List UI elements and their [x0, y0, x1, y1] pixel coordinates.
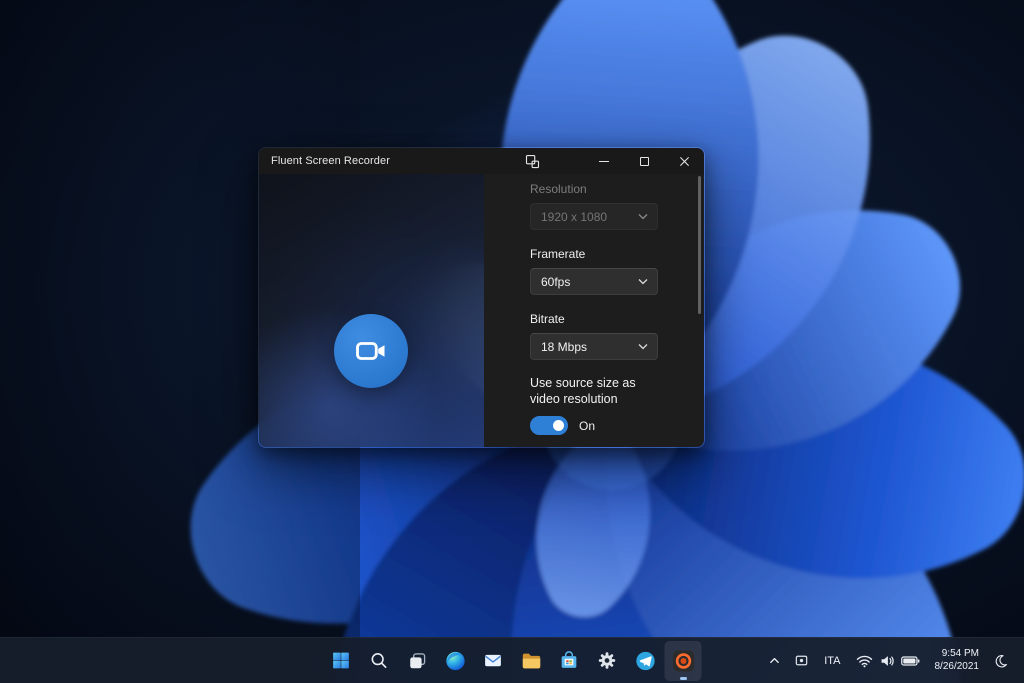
fluent-screen-recorder-window: Fluent Screen Recorder — [258, 147, 705, 448]
compact-overlay-button[interactable] — [517, 148, 547, 174]
resolution-dropdown[interactable]: 1920 x 1080 — [530, 203, 658, 230]
minimize-icon — [599, 161, 609, 162]
chevron-down-icon — [638, 278, 648, 285]
bitrate-dropdown[interactable]: 18 Mbps — [530, 333, 658, 360]
taskbar-start-button[interactable] — [323, 641, 360, 681]
compact-overlay-icon — [525, 154, 540, 169]
framerate-dropdown[interactable]: 60fps — [530, 268, 658, 295]
language-indicator[interactable]: ITA — [816, 644, 848, 678]
window-title: Fluent Screen Recorder — [259, 155, 390, 167]
battery-icon — [901, 655, 920, 667]
notification-center-button[interactable] — [988, 644, 1014, 678]
chevron-down-icon — [638, 343, 648, 350]
edge-browser-icon — [444, 650, 466, 672]
show-desktop-strip[interactable] — [1015, 638, 1020, 683]
taskbar-settings-button[interactable] — [589, 641, 626, 681]
taskbar-task-view-button[interactable] — [399, 641, 436, 681]
scrollbar-thumb[interactable] — [698, 176, 701, 314]
taskbar-edge-button[interactable] — [437, 641, 474, 681]
search-icon — [370, 651, 389, 670]
start-recording-button[interactable] — [334, 314, 408, 388]
network-volume-battery-button[interactable] — [850, 644, 926, 678]
bitrate-value: 18 Mbps — [541, 340, 587, 354]
taskbar-telegram-button[interactable] — [627, 641, 664, 681]
tray-chevron-up-button[interactable] — [762, 644, 787, 678]
maximize-icon — [640, 157, 649, 166]
close-icon — [679, 156, 690, 167]
system-tray: ITA 9 — [762, 638, 1020, 683]
settings-pane: Resolution 1920 x 1080 Framerate 60fps B… — [484, 174, 704, 447]
chevron-up-icon — [768, 654, 781, 667]
settings-scrollbar[interactable] — [698, 174, 701, 447]
wifi-icon — [856, 654, 873, 668]
framerate-value: 60fps — [541, 275, 570, 289]
focus-assist-moon-icon — [994, 654, 1008, 668]
source-size-label: Use source size as video resolution — [530, 375, 668, 407]
clock[interactable]: 9:54 PM 8/26/2021 — [927, 644, 988, 678]
window-titlebar[interactable]: Fluent Screen Recorder — [259, 148, 704, 174]
taskbar-screen-recorder-button[interactable] — [665, 641, 702, 681]
taskbar-mail-button[interactable] — [475, 641, 512, 681]
close-button[interactable] — [664, 148, 704, 174]
clock-date: 8/26/2021 — [935, 661, 980, 673]
taskbar-store-button[interactable] — [551, 641, 588, 681]
toggle-state-label: On — [579, 419, 595, 433]
screen-recorder-app-icon — [671, 649, 695, 673]
microsoft-store-icon — [559, 650, 580, 671]
taskbar-search-button[interactable] — [361, 641, 398, 681]
telegram-icon — [634, 650, 656, 672]
taskbar-file-explorer-button[interactable] — [513, 641, 550, 681]
chevron-down-icon — [638, 213, 648, 220]
source-size-toggle-row: On — [530, 416, 686, 435]
minimize-button[interactable] — [584, 148, 624, 174]
windows-start-icon — [331, 650, 352, 671]
taskbar: ITA 9 — [0, 637, 1024, 683]
toggle-knob — [553, 420, 564, 431]
volume-icon — [879, 654, 895, 668]
mail-icon — [483, 650, 504, 671]
capture-preview-pane — [259, 174, 484, 447]
taskbar-center-icons — [323, 638, 702, 683]
tray-app-icon — [794, 653, 809, 668]
settings-gear-icon — [597, 650, 618, 671]
caption-buttons — [584, 148, 704, 174]
clock-time: 9:54 PM — [942, 648, 979, 660]
source-size-toggle[interactable] — [530, 416, 568, 435]
maximize-button[interactable] — [624, 148, 664, 174]
framerate-label: Framerate — [530, 247, 686, 261]
task-view-icon — [407, 651, 427, 671]
bitrate-label: Bitrate — [530, 312, 686, 326]
file-explorer-icon — [520, 650, 542, 672]
video-camera-icon — [353, 333, 389, 369]
resolution-value: 1920 x 1080 — [541, 210, 607, 224]
resolution-label: Resolution — [530, 182, 686, 196]
desktop: Fluent Screen Recorder — [0, 0, 1024, 683]
tray-app-button[interactable] — [788, 644, 815, 678]
